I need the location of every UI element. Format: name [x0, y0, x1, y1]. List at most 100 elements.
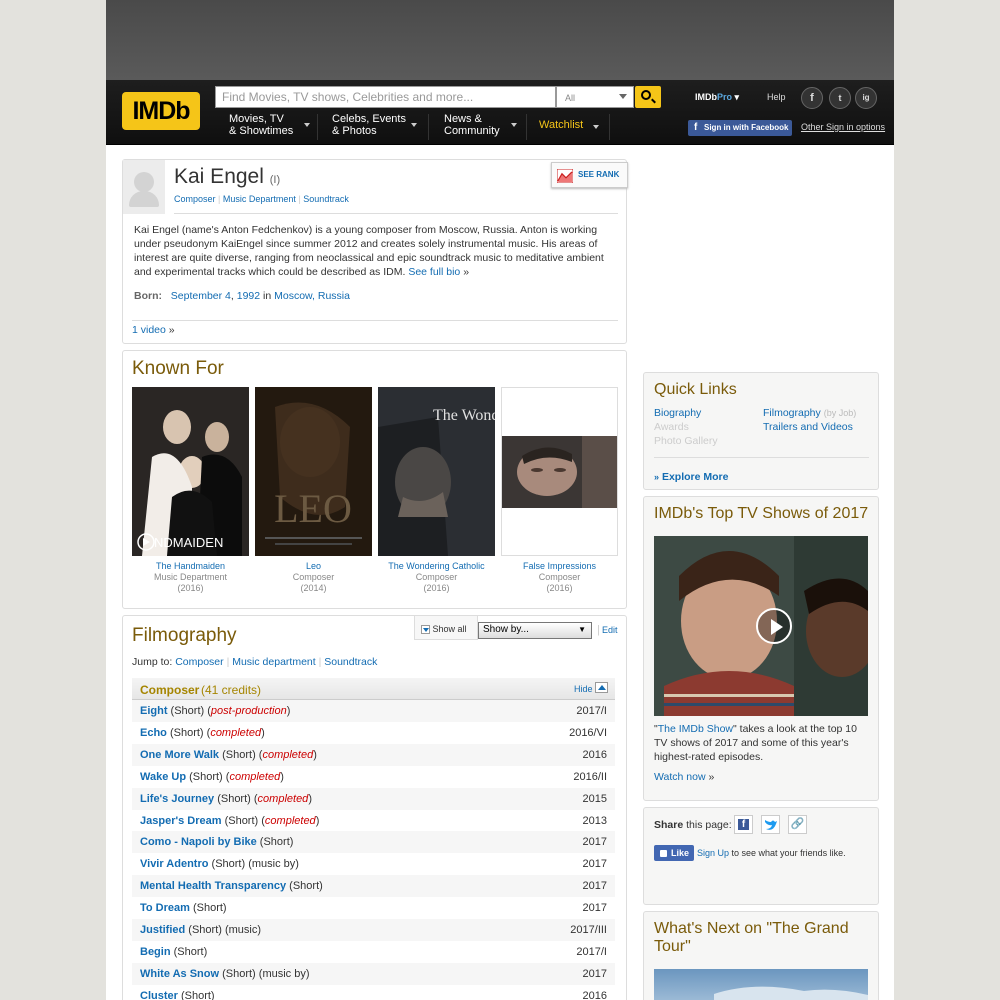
job-composer[interactable]: Composer — [174, 194, 216, 204]
see-rank-button[interactable]: SEE RANK — [551, 162, 628, 188]
help-link[interactable]: Help — [767, 92, 786, 102]
play-icon[interactable] — [756, 608, 792, 644]
search-icon — [641, 90, 651, 100]
credit-title-link[interactable]: Jasper's Dream — [140, 815, 222, 827]
search-button[interactable] — [635, 86, 661, 108]
share-label-row: Share this page: — [654, 819, 732, 831]
hide-link[interactable]: Hide — [574, 684, 593, 694]
top-tv-panel: IMDb's Top TV Shows of 2017 "The IMDb Sh… — [643, 496, 879, 801]
credit-tags: (Short) ( — [221, 814, 265, 827]
nav-celebs[interactable]: Celebs, Events & Photos — [332, 113, 417, 143]
explore-more-link: Explore More — [661, 471, 729, 483]
edit-link[interactable]: Edit — [602, 625, 618, 635]
credit-row: Echo (Short) (completed) 2016/VI — [132, 722, 615, 744]
job-music-department[interactable]: Music Department — [223, 194, 296, 204]
avatar-head — [134, 172, 154, 192]
raquo: » — [708, 771, 715, 783]
nav-movies-tv[interactable]: Movies, TV & Showtimes — [229, 113, 310, 143]
double-chevron-down-icon: » — [654, 472, 660, 482]
credit-title-link[interactable]: White As Snow — [140, 968, 219, 980]
credit-title-link[interactable]: Como - Napoli by Bike — [140, 836, 257, 848]
bio-text: Kai Engel (name's Anton Fedchenkov) is a… — [134, 224, 604, 278]
born-place-link[interactable]: Moscow, Russia — [274, 290, 350, 302]
see-full-bio-link[interactable]: See full bio — [408, 266, 460, 278]
facebook-signin-button[interactable]: Sign in with Facebook — [688, 120, 792, 136]
share-label-rest: this page: — [683, 819, 732, 831]
poster-leo[interactable]: LEO — [255, 387, 372, 556]
top-tv-video[interactable] — [654, 536, 868, 716]
watch-now-link[interactable]: Watch now — [654, 771, 706, 783]
nav-celebs-label: Celebs, Events & Photos — [332, 113, 406, 137]
jump-soundtrack[interactable]: Soundtrack — [324, 656, 377, 668]
facebook-like-button[interactable]: Like — [654, 845, 694, 861]
by-job-label: (by Job) — [823, 408, 857, 418]
job-soundtrack[interactable]: Soundtrack — [303, 194, 349, 204]
jump-music-department[interactable]: Music department — [232, 656, 315, 668]
show-all-toggle[interactable]: Show all — [414, 616, 478, 640]
credit-title-link[interactable]: One More Walk — [140, 749, 219, 761]
twitter-icon[interactable]: t — [829, 87, 851, 109]
composer-section-header: Composer (41 credits) Hide — [132, 678, 615, 700]
collapse-icon[interactable] — [595, 682, 608, 693]
credit-title-link[interactable]: Begin — [140, 946, 171, 958]
imdbpro-label-b: Pro — [717, 92, 733, 102]
quick-link-biography[interactable]: Biography — [654, 407, 701, 419]
credit-tags: (Short) ( — [214, 792, 258, 805]
born-year-link[interactable]: 1992 — [237, 290, 260, 302]
nav-watchlist[interactable]: Watchlist — [539, 113, 601, 143]
known-for-title-link[interactable]: Leo — [306, 561, 321, 571]
nav-news[interactable]: News & Community — [444, 113, 517, 143]
credit-row: Cluster (Short) 2016 — [132, 985, 615, 1000]
instagram-icon[interactable]: ig — [855, 87, 877, 109]
credit-title-link[interactable]: Mental Health Transparency — [140, 880, 286, 892]
credit-title-link[interactable]: Justified — [140, 924, 185, 936]
search-category-select[interactable]: All — [556, 86, 634, 108]
credit-title-link[interactable]: Wake Up — [140, 771, 186, 783]
born-row: Born: September 4, 1992 in Moscow, Russi… — [134, 290, 350, 302]
known-for-title-link[interactable]: The Handmaiden — [156, 561, 225, 571]
known-for-item-leo: Leo Composer (2014) — [255, 561, 372, 594]
credit-title-link[interactable]: Life's Journey — [140, 793, 214, 805]
poster-the-wondering-catholic[interactable]: The Wondering Catholic — [378, 387, 495, 556]
separator: | — [218, 194, 221, 204]
share-link-icon[interactable]: 🔗 — [788, 815, 807, 834]
credit-row: One More Walk (Short) (completed) 2016 — [132, 743, 615, 766]
imdb-show-link[interactable]: The IMDb Show — [658, 723, 733, 735]
show-all-label: Show all — [432, 624, 467, 634]
credit-title-link[interactable]: Eight — [140, 705, 168, 717]
facebook-icon[interactable]: f — [801, 87, 823, 109]
known-for-title-link[interactable]: The Wondering Catholic — [388, 561, 484, 571]
imdb-logo[interactable]: IMDb — [122, 92, 200, 130]
credit-status-close: ) — [280, 770, 284, 783]
imdbpro-menu[interactable]: IMDbPro ▾ — [695, 92, 739, 103]
quick-link-trailers[interactable]: Trailers and Videos — [763, 421, 853, 433]
other-signin-link[interactable]: Other Sign in options — [801, 122, 885, 132]
whats-next-thumbnail[interactable] — [654, 969, 868, 1000]
born-date-link[interactable]: September 4 — [171, 290, 231, 302]
credit-title-link[interactable]: Echo — [140, 727, 167, 739]
quick-link-filmography[interactable]: Filmography — [763, 407, 821, 419]
credit-title-link[interactable]: To Dream — [140, 902, 190, 914]
known-for-year: (2014) — [300, 583, 327, 593]
videos-link[interactable]: 1 video — [132, 324, 166, 336]
poster-false-impressions[interactable] — [501, 387, 618, 556]
credit-status-close: ) — [308, 792, 312, 805]
credit-title-link[interactable]: Vivir Adentro — [140, 858, 208, 870]
avatar — [123, 160, 165, 214]
sign-up-link[interactable]: Sign Up — [697, 848, 729, 858]
search-input[interactable]: Find Movies, TV shows, Celebrities and m… — [215, 86, 556, 108]
jump-composer[interactable]: Composer — [175, 656, 223, 668]
explore-more-row[interactable]: » Explore More — [654, 471, 728, 483]
chevron-down-icon: ▼ — [578, 625, 586, 634]
credit-tags: (Short) ( — [166, 726, 211, 739]
poster-image: The Wondering Catholic — [378, 387, 495, 556]
credit-title-link[interactable]: Cluster — [140, 990, 178, 1000]
credit-status-close: ) — [261, 726, 265, 739]
person-suffix: (I) — [269, 174, 281, 186]
show-by-select[interactable]: Show by... ▼ — [478, 622, 592, 639]
poster-the-handmaiden[interactable]: NDMAIDEN — [132, 387, 249, 556]
share-twitter-icon[interactable] — [761, 815, 780, 834]
share-facebook-icon[interactable]: f — [734, 815, 753, 834]
known-for-title-link[interactable]: False Impressions — [523, 561, 596, 571]
credit-tags: (Short) — [177, 989, 215, 1000]
